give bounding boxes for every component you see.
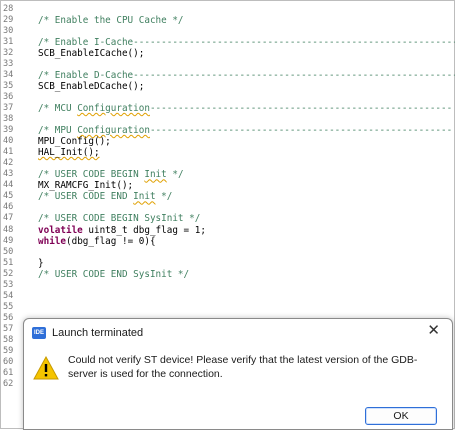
line-number: 51: [3, 257, 14, 268]
code-text: /* MCU Configuration--------------------…: [38, 103, 452, 114]
code-token: (dbg_flag != 0){: [66, 235, 156, 247]
line-number: 35: [3, 80, 14, 91]
code-text: MX_RAMCFG_Init();: [38, 180, 133, 191]
close-icon[interactable]: ✕: [427, 323, 440, 339]
code-token: SCB_EnableDCache();: [38, 80, 145, 92]
line-number: 60: [3, 357, 14, 368]
code-token: ----------------------------------------…: [149, 102, 453, 114]
line-number: 59: [3, 346, 14, 357]
code-token: Configuration: [77, 125, 150, 137]
code-text: while(dbg_flag != 0){: [38, 236, 156, 247]
code-token: HAL_Init();: [38, 147, 100, 159]
line-number: 55: [3, 301, 14, 312]
code-token: */: [166, 169, 184, 181]
code-text: HAL_Init();: [38, 147, 100, 158]
line-number: 30: [3, 25, 14, 36]
line-number: 53: [3, 279, 14, 290]
line-number: 38: [3, 114, 14, 124]
code-text: /* USER CODE END Init */: [38, 191, 172, 202]
line-number: 54: [3, 290, 14, 301]
code-token: /* Enable D-Cache-----------------------…: [38, 69, 455, 81]
code-token: /* USER CODE END SysInit */: [38, 268, 190, 280]
line-number: 49: [3, 235, 14, 246]
line-number: 37: [3, 102, 14, 113]
code-token: /* USER CODE BEGIN: [38, 169, 145, 181]
line-number: 56: [3, 312, 14, 323]
line-number: 57: [3, 323, 14, 334]
line-number: 47: [3, 213, 14, 224]
line-number: 33: [3, 58, 14, 69]
line-number: 28: [3, 3, 14, 14]
code-text: /* USER CODE BEGIN SysInit */: [38, 213, 200, 224]
code-token: /* Enable the CPU Cache */: [38, 14, 184, 26]
code-text: /* MPU Configuration--------------------…: [38, 125, 452, 136]
code-token: Configuration: [77, 102, 150, 114]
code-text: /* USER CODE BEGIN Init */: [38, 169, 184, 180]
line-number: 44: [3, 180, 14, 191]
code-token: }: [38, 257, 44, 269]
line-number: 34: [3, 69, 14, 80]
code-token: MPU_Config();: [38, 136, 111, 148]
warning-icon: [33, 355, 59, 380]
line-number: 48: [3, 224, 14, 235]
code-text: /* Enable the CPU Cache */: [38, 15, 184, 26]
dialog-title-bar: IDE Launch terminated: [32, 325, 143, 341]
line-number: 58: [3, 335, 14, 345]
code-token: /* USER CODE END: [38, 191, 134, 203]
line-number: 29: [3, 14, 14, 25]
line-number: 42: [3, 158, 14, 169]
line-number: 45: [3, 191, 14, 202]
line-number: 39: [3, 125, 14, 136]
line-number: 31: [3, 36, 14, 47]
launch-terminated-dialog: IDE Launch terminated ✕ Could not verify…: [23, 318, 453, 430]
code-token: /* MPU: [38, 125, 78, 137]
code-text: /* Enable I-Cache-----------------------…: [38, 37, 455, 48]
line-number: 36: [3, 91, 14, 102]
code-text: SCB_EnableDCache();: [38, 81, 144, 92]
line-number: 46: [3, 202, 14, 213]
line-number: 52: [3, 268, 14, 279]
ide-app-icon: IDE: [32, 327, 46, 339]
line-number: 40: [3, 136, 14, 147]
code-text: volatile uint8_t dbg_flag = 1;: [38, 225, 206, 236]
code-text: /* USER CODE END SysInit */: [38, 269, 189, 280]
dialog-message: Could not verify ST device! Please verif…: [68, 354, 418, 380]
code-text: }: [38, 258, 44, 269]
code-text: SCB_EnableICache();: [38, 48, 144, 59]
code-token: /* USER CODE BEGIN SysInit */: [38, 213, 201, 225]
code-token: Init: [133, 191, 156, 203]
line-number: 43: [3, 169, 14, 180]
code-token: volatile: [38, 224, 83, 236]
code-token: SCB_EnableICache();: [38, 47, 145, 59]
code-token: */: [155, 191, 173, 203]
line-number: 62: [3, 379, 14, 390]
editor-window: 28 29 /* Enable the CPU Cache */ 30 31 /* Ena…: [0, 0, 455, 430]
code-token: Init: [144, 169, 167, 181]
line-number: 50: [3, 246, 14, 257]
code-token: /* Enable I-Cache-----------------------…: [38, 36, 455, 48]
line-number: 32: [3, 47, 14, 58]
code-text: MPU_Config();: [38, 136, 111, 147]
ok-button[interactable]: OK: [365, 407, 437, 425]
code-token: MX_RAMCFG_Init();: [38, 180, 134, 192]
line-number: 41: [3, 147, 14, 158]
code-token: ----------------------------------------…: [149, 125, 453, 137]
line-number: 61: [3, 368, 14, 379]
code-token: while: [38, 235, 66, 247]
code-token: uint8_t dbg_flag = 1;: [82, 224, 206, 236]
code-text: /* Enable D-Cache-----------------------…: [38, 70, 455, 81]
dialog-title: Launch terminated: [52, 327, 144, 339]
code-token: /* MCU: [38, 102, 78, 114]
